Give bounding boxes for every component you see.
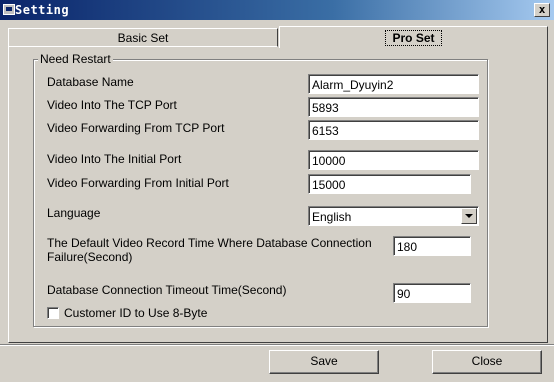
divider	[0, 344, 554, 346]
tab-pro-set[interactable]: Pro Set	[279, 26, 548, 48]
database-name-label: Database Name	[47, 75, 134, 89]
tcp-port-label: Video Into The TCP Port	[47, 98, 177, 112]
record-time-label-line1: The Default Video Record Time Where Data…	[47, 236, 372, 250]
forwarding-tcp-port-input[interactable]: 6153	[308, 120, 479, 140]
customer-id-checkbox[interactable]	[47, 307, 59, 319]
close-window-button[interactable]: x	[534, 3, 550, 17]
app-icon	[3, 4, 15, 15]
close-button[interactable]: Close	[432, 350, 542, 374]
tab-pro-set-label: Pro Set	[385, 30, 442, 46]
chevron-down-icon[interactable]	[461, 208, 477, 224]
initial-port-label: Video Into The Initial Port	[47, 152, 182, 166]
forwarding-initial-port-label: Video Forwarding From Initial Port	[47, 176, 229, 190]
forwarding-tcp-port-label: Video Forwarding From TCP Port	[47, 121, 225, 135]
record-time-label-line2: Failure(Second)	[47, 250, 133, 264]
tcp-port-input[interactable]: 5893	[308, 97, 479, 117]
forwarding-initial-port-input[interactable]: 15000	[308, 174, 471, 194]
record-time-input[interactable]: 180	[393, 236, 471, 256]
title-bar: Setting x	[0, 0, 554, 20]
tab-basic-set[interactable]: Basic Set	[8, 28, 278, 47]
customer-id-label: Customer ID to Use 8-Byte	[64, 306, 208, 320]
language-select[interactable]: English	[308, 206, 479, 226]
language-value: English	[312, 210, 352, 224]
initial-port-input[interactable]: 10000	[308, 150, 479, 170]
timeout-label: Database Connection Timeout Time(Second)	[47, 283, 287, 297]
window-title: Setting	[15, 3, 70, 17]
save-button[interactable]: Save	[269, 350, 379, 374]
timeout-input[interactable]: 90	[393, 283, 471, 303]
language-label: Language	[47, 206, 101, 220]
group-title: Need Restart	[38, 52, 113, 66]
database-name-input[interactable]: Alarm_Dyuyin2	[308, 74, 479, 94]
